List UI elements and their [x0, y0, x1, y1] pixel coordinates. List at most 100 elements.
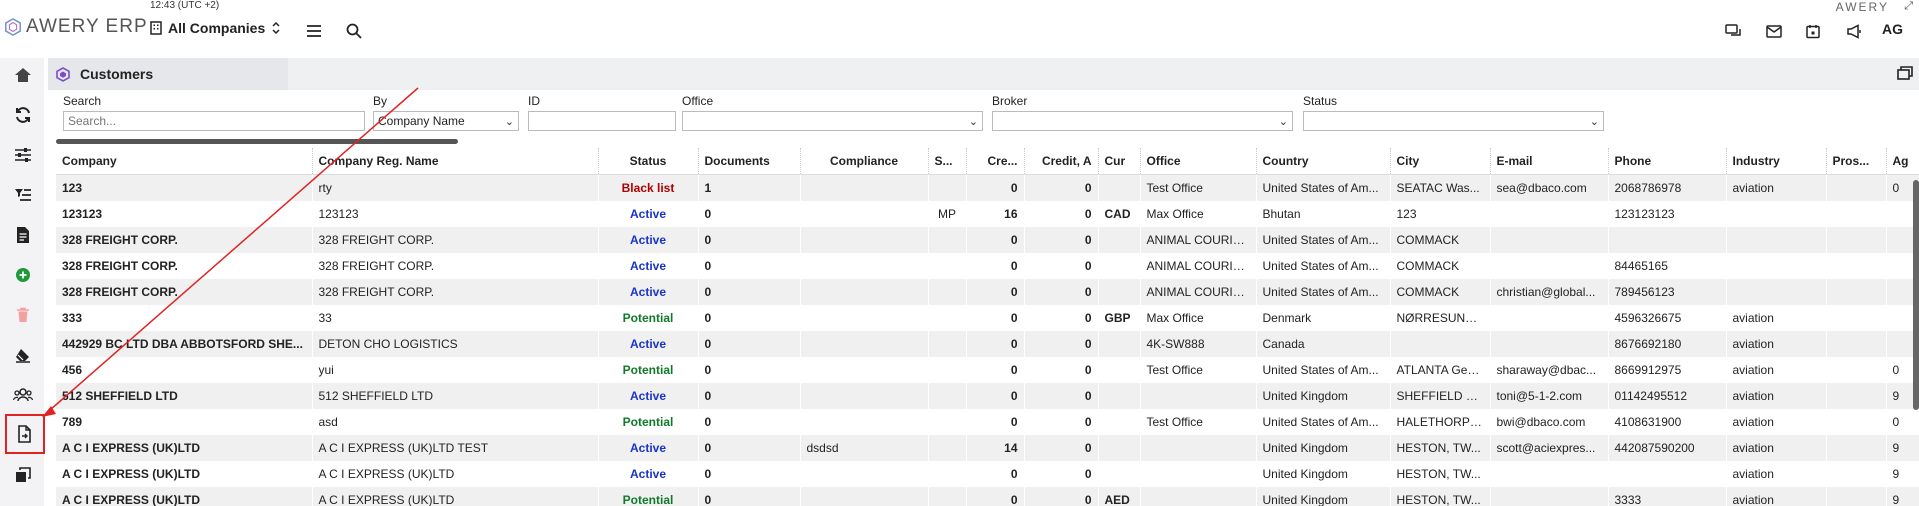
- cell-city: NØRRESUND...: [1396, 311, 1484, 325]
- column-header[interactable]: Status: [598, 148, 699, 175]
- sidebar-filter-settings[interactable]: [10, 142, 36, 168]
- cell-cre: 0: [966, 383, 1024, 409]
- column-header[interactable]: Company Reg. Name: [312, 148, 599, 175]
- sidebar-users[interactable]: [10, 382, 36, 408]
- column-header[interactable]: Compliance: [800, 148, 929, 175]
- cell-phone: 4108631900: [1614, 415, 1682, 429]
- horizontal-scrollbar[interactable]: [56, 139, 458, 144]
- calendar-icon[interactable]: [1806, 24, 1820, 39]
- tab-label: Customers: [80, 66, 154, 82]
- cell-reg: 33: [318, 311, 332, 325]
- by-select[interactable]: Company Name ⌄: [373, 111, 519, 131]
- cell-pros: [1826, 357, 1886, 383]
- table-row[interactable]: 456 yui Potential 0 0 0 Test Office United Stat…: [56, 357, 1919, 383]
- table-row[interactable]: 328 FREIGHT CORP. 328 FREIGHT CORP. Active…: [56, 227, 1919, 253]
- cell-industry: [1726, 227, 1826, 253]
- table-row[interactable]: 442929 BC LTD DBA ABBOTSFORD SHE... DETON…: [56, 331, 1919, 357]
- cell-pros: [1826, 174, 1886, 201]
- cell-status: Active: [598, 279, 698, 305]
- cell-country: Denmark: [1262, 311, 1312, 325]
- column-header[interactable]: Pros...: [1826, 148, 1887, 175]
- cell-cur: [1098, 357, 1140, 383]
- column-header[interactable]: Office: [1140, 148, 1257, 175]
- tab-customers[interactable]: Customers: [48, 58, 288, 90]
- cell-compliance: [800, 383, 928, 409]
- sidebar-refresh[interactable]: [10, 102, 36, 128]
- column-header[interactable]: E-mail: [1490, 148, 1609, 175]
- broker-select[interactable]: ⌄: [992, 111, 1293, 131]
- sidebar-export-document[interactable]: [5, 414, 45, 454]
- table-row[interactable]: A C I EXPRESS (UK)LTD A C I EXPRESS (UK)L…: [56, 487, 1919, 506]
- cell-office: Max Office: [1146, 207, 1204, 221]
- column-header[interactable]: Credit, A: [1024, 148, 1099, 175]
- sidebar-document[interactable]: [10, 222, 36, 248]
- expand-icon[interactable]: ⤢: [1904, 0, 1913, 13]
- cell-country: United Kingdom: [1256, 383, 1390, 409]
- cell-s: [928, 383, 966, 409]
- column-header[interactable]: Cre...: [966, 148, 1025, 175]
- table-row[interactable]: 328 FREIGHT CORP. 328 FREIGHT CORP. Active…: [56, 253, 1919, 279]
- cell-cre: 0: [1010, 311, 1018, 325]
- cell-compliance: [800, 253, 928, 279]
- table-row[interactable]: A C I EXPRESS (UK)LTD A C I EXPRESS (UK)L…: [56, 461, 1919, 487]
- column-header[interactable]: Documents: [698, 148, 801, 175]
- cell-phone: 789456123: [1608, 279, 1726, 305]
- app-logo[interactable]: AWERY ERP: [4, 16, 148, 38]
- cell-status: Potential: [622, 363, 674, 377]
- restore-window-icon[interactable]: [1897, 66, 1913, 85]
- mail-icon[interactable]: [1766, 25, 1782, 38]
- column-header[interactable]: City: [1390, 148, 1491, 175]
- chat-icon[interactable]: [1725, 24, 1743, 40]
- table-row[interactable]: 123 rty Black list 1 0 0 Test Office United Sta…: [56, 174, 1919, 201]
- megaphone-icon[interactable]: [1846, 24, 1862, 39]
- table-row[interactable]: 333 33 Potential 0 0 0 GBP Max Office Denmark NØR…: [56, 305, 1919, 331]
- column-header[interactable]: Country: [1256, 148, 1391, 175]
- sidebar-copy[interactable]: [10, 462, 36, 488]
- column-header[interactable]: Phone: [1608, 148, 1727, 175]
- column-header[interactable]: S...: [928, 148, 967, 175]
- cell-country: Canada: [1256, 331, 1390, 357]
- table-row[interactable]: 789 asd Potential 0 0 0 Test Office United Stat…: [56, 409, 1919, 435]
- sidebar-home[interactable]: [10, 62, 36, 88]
- cell-cur: [1098, 461, 1140, 487]
- user-avatar[interactable]: AG: [1882, 21, 1903, 37]
- sidebar-eraser[interactable]: [10, 342, 36, 368]
- cell-docs: 0: [698, 331, 800, 357]
- trash-icon: [17, 307, 29, 322]
- cell-docs: 0: [698, 487, 800, 506]
- cell-ag: 0: [1892, 415, 1900, 429]
- cell-cre: 0: [1010, 467, 1018, 481]
- id-input[interactable]: [528, 111, 676, 131]
- column-header[interactable]: Ag: [1886, 148, 1919, 175]
- sidebar-add[interactable]: [10, 262, 36, 288]
- table-row[interactable]: 328 FREIGHT CORP. 328 FREIGHT CORP. Active…: [56, 279, 1919, 305]
- column-header[interactable]: Industry: [1726, 148, 1827, 175]
- cell-reg: A C I EXPRESS (UK)LTD: [318, 467, 455, 481]
- logo-text: AWERY ERP: [26, 16, 148, 37]
- search-input[interactable]: [63, 111, 365, 131]
- cell-office: ANIMAL COURIE...: [1140, 279, 1256, 305]
- office-select[interactable]: ⌄: [682, 111, 983, 131]
- sidebar-tree-filter[interactable]: [10, 182, 36, 208]
- column-header[interactable]: Cur: [1098, 148, 1141, 175]
- cell-email: [1490, 487, 1608, 506]
- table-row[interactable]: A C I EXPRESS (UK)LTD A C I EXPRESS (UK)L…: [56, 435, 1919, 461]
- cell-city: [1390, 331, 1490, 357]
- add-circle-icon: [16, 268, 30, 282]
- cell-reg: DETON CHO LOGISTICS: [312, 331, 598, 357]
- cell-status: Black list: [598, 174, 698, 201]
- vertical-scrollbar[interactable]: [1913, 180, 1919, 410]
- search-icon[interactable]: [346, 23, 362, 39]
- menu-icon[interactable]: [306, 24, 322, 38]
- cell-status: Potential: [598, 487, 698, 506]
- table-row[interactable]: 123123 123123 Active 0 MP 16 0 CAD Max Office Bhu…: [56, 201, 1919, 227]
- cell-industry: aviation: [1726, 487, 1826, 506]
- table-row[interactable]: 512 SHEFFIELD LTD 512 SHEFFIELD LTD Active…: [56, 383, 1919, 409]
- status-select[interactable]: ⌄: [1303, 111, 1604, 131]
- cell-docs: 0: [704, 207, 712, 221]
- cell-credit: 0: [1024, 435, 1098, 461]
- sidebar-delete[interactable]: [10, 302, 36, 328]
- company-selector[interactable]: All Companies: [150, 20, 281, 36]
- cell-industry: [1726, 253, 1826, 279]
- column-header[interactable]: Company: [56, 148, 313, 175]
